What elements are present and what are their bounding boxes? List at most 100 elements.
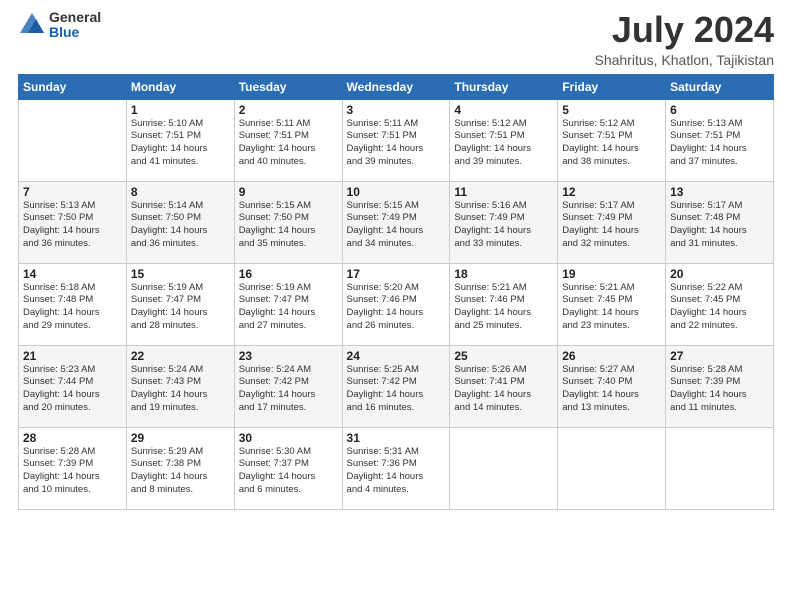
day-number: 10 [347, 185, 446, 199]
day-info: Sunrise: 5:30 AM Sunset: 7:37 PM Dayligh… [239, 446, 338, 497]
day-info: Sunrise: 5:15 AM Sunset: 7:49 PM Dayligh… [347, 200, 446, 251]
calendar-header-tuesday: Tuesday [234, 74, 342, 99]
day-info: Sunrise: 5:21 AM Sunset: 7:46 PM Dayligh… [454, 282, 553, 333]
calendar-cell: 11Sunrise: 5:16 AM Sunset: 7:49 PM Dayli… [450, 181, 558, 263]
calendar-cell: 27Sunrise: 5:28 AM Sunset: 7:39 PM Dayli… [666, 345, 774, 427]
page: General Blue July 2024 Shahritus, Khatlo… [0, 0, 792, 612]
day-info: Sunrise: 5:13 AM Sunset: 7:51 PM Dayligh… [670, 118, 769, 169]
calendar-cell: 10Sunrise: 5:15 AM Sunset: 7:49 PM Dayli… [342, 181, 450, 263]
calendar-week-2: 7Sunrise: 5:13 AM Sunset: 7:50 PM Daylig… [19, 181, 774, 263]
calendar-cell: 24Sunrise: 5:25 AM Sunset: 7:42 PM Dayli… [342, 345, 450, 427]
calendar-cell: 29Sunrise: 5:29 AM Sunset: 7:38 PM Dayli… [126, 427, 234, 509]
calendar-week-4: 21Sunrise: 5:23 AM Sunset: 7:44 PM Dayli… [19, 345, 774, 427]
day-number: 30 [239, 431, 338, 445]
calendar-cell: 20Sunrise: 5:22 AM Sunset: 7:45 PM Dayli… [666, 263, 774, 345]
header: General Blue July 2024 Shahritus, Khatlo… [18, 10, 774, 68]
day-number: 26 [562, 349, 661, 363]
day-info: Sunrise: 5:20 AM Sunset: 7:46 PM Dayligh… [347, 282, 446, 333]
day-number: 13 [670, 185, 769, 199]
calendar-cell [666, 427, 774, 509]
day-info: Sunrise: 5:28 AM Sunset: 7:39 PM Dayligh… [23, 446, 122, 497]
day-number: 22 [131, 349, 230, 363]
day-number: 28 [23, 431, 122, 445]
calendar-cell: 26Sunrise: 5:27 AM Sunset: 7:40 PM Dayli… [558, 345, 666, 427]
calendar-cell: 1Sunrise: 5:10 AM Sunset: 7:51 PM Daylig… [126, 99, 234, 181]
day-number: 8 [131, 185, 230, 199]
calendar-cell: 25Sunrise: 5:26 AM Sunset: 7:41 PM Dayli… [450, 345, 558, 427]
calendar-header-friday: Friday [558, 74, 666, 99]
location: Shahritus, Khatlon, Tajikistan [594, 52, 774, 68]
day-info: Sunrise: 5:19 AM Sunset: 7:47 PM Dayligh… [239, 282, 338, 333]
day-number: 14 [23, 267, 122, 281]
calendar-cell: 19Sunrise: 5:21 AM Sunset: 7:45 PM Dayli… [558, 263, 666, 345]
day-info: Sunrise: 5:16 AM Sunset: 7:49 PM Dayligh… [454, 200, 553, 251]
calendar-cell: 18Sunrise: 5:21 AM Sunset: 7:46 PM Dayli… [450, 263, 558, 345]
day-info: Sunrise: 5:12 AM Sunset: 7:51 PM Dayligh… [454, 118, 553, 169]
day-info: Sunrise: 5:10 AM Sunset: 7:51 PM Dayligh… [131, 118, 230, 169]
calendar-cell: 23Sunrise: 5:24 AM Sunset: 7:42 PM Dayli… [234, 345, 342, 427]
calendar-cell: 22Sunrise: 5:24 AM Sunset: 7:43 PM Dayli… [126, 345, 234, 427]
calendar-cell: 17Sunrise: 5:20 AM Sunset: 7:46 PM Dayli… [342, 263, 450, 345]
day-number: 12 [562, 185, 661, 199]
day-info: Sunrise: 5:11 AM Sunset: 7:51 PM Dayligh… [347, 118, 446, 169]
logo-blue: Blue [49, 25, 101, 40]
day-info: Sunrise: 5:26 AM Sunset: 7:41 PM Dayligh… [454, 364, 553, 415]
calendar-header-saturday: Saturday [666, 74, 774, 99]
day-number: 20 [670, 267, 769, 281]
day-number: 27 [670, 349, 769, 363]
day-info: Sunrise: 5:17 AM Sunset: 7:49 PM Dayligh… [562, 200, 661, 251]
day-number: 1 [131, 103, 230, 117]
day-number: 7 [23, 185, 122, 199]
calendar-cell [558, 427, 666, 509]
calendar-cell: 5Sunrise: 5:12 AM Sunset: 7:51 PM Daylig… [558, 99, 666, 181]
month-title: July 2024 [594, 10, 774, 50]
calendar-cell [19, 99, 127, 181]
day-info: Sunrise: 5:29 AM Sunset: 7:38 PM Dayligh… [131, 446, 230, 497]
day-number: 3 [347, 103, 446, 117]
calendar-header-wednesday: Wednesday [342, 74, 450, 99]
calendar-cell: 6Sunrise: 5:13 AM Sunset: 7:51 PM Daylig… [666, 99, 774, 181]
day-number: 15 [131, 267, 230, 281]
calendar-cell: 16Sunrise: 5:19 AM Sunset: 7:47 PM Dayli… [234, 263, 342, 345]
day-info: Sunrise: 5:13 AM Sunset: 7:50 PM Dayligh… [23, 200, 122, 251]
day-info: Sunrise: 5:24 AM Sunset: 7:42 PM Dayligh… [239, 364, 338, 415]
calendar-cell: 9Sunrise: 5:15 AM Sunset: 7:50 PM Daylig… [234, 181, 342, 263]
calendar-cell: 2Sunrise: 5:11 AM Sunset: 7:51 PM Daylig… [234, 99, 342, 181]
calendar-week-5: 28Sunrise: 5:28 AM Sunset: 7:39 PM Dayli… [19, 427, 774, 509]
day-info: Sunrise: 5:24 AM Sunset: 7:43 PM Dayligh… [131, 364, 230, 415]
day-info: Sunrise: 5:12 AM Sunset: 7:51 PM Dayligh… [562, 118, 661, 169]
day-number: 18 [454, 267, 553, 281]
day-number: 5 [562, 103, 661, 117]
day-number: 2 [239, 103, 338, 117]
calendar-header-thursday: Thursday [450, 74, 558, 99]
day-number: 16 [239, 267, 338, 281]
day-number: 31 [347, 431, 446, 445]
day-number: 23 [239, 349, 338, 363]
day-info: Sunrise: 5:14 AM Sunset: 7:50 PM Dayligh… [131, 200, 230, 251]
day-number: 19 [562, 267, 661, 281]
calendar-header-monday: Monday [126, 74, 234, 99]
calendar-cell: 30Sunrise: 5:30 AM Sunset: 7:37 PM Dayli… [234, 427, 342, 509]
calendar-week-3: 14Sunrise: 5:18 AM Sunset: 7:48 PM Dayli… [19, 263, 774, 345]
day-number: 25 [454, 349, 553, 363]
calendar-header-sunday: Sunday [19, 74, 127, 99]
day-info: Sunrise: 5:17 AM Sunset: 7:48 PM Dayligh… [670, 200, 769, 251]
title-block: July 2024 Shahritus, Khatlon, Tajikistan [594, 10, 774, 68]
logo-icon [18, 11, 46, 39]
calendar-cell [450, 427, 558, 509]
day-info: Sunrise: 5:27 AM Sunset: 7:40 PM Dayligh… [562, 364, 661, 415]
day-info: Sunrise: 5:28 AM Sunset: 7:39 PM Dayligh… [670, 364, 769, 415]
calendar-cell: 8Sunrise: 5:14 AM Sunset: 7:50 PM Daylig… [126, 181, 234, 263]
day-info: Sunrise: 5:11 AM Sunset: 7:51 PM Dayligh… [239, 118, 338, 169]
day-info: Sunrise: 5:22 AM Sunset: 7:45 PM Dayligh… [670, 282, 769, 333]
calendar-cell: 4Sunrise: 5:12 AM Sunset: 7:51 PM Daylig… [450, 99, 558, 181]
day-number: 4 [454, 103, 553, 117]
calendar-cell: 14Sunrise: 5:18 AM Sunset: 7:48 PM Dayli… [19, 263, 127, 345]
day-number: 6 [670, 103, 769, 117]
calendar-cell: 13Sunrise: 5:17 AM Sunset: 7:48 PM Dayli… [666, 181, 774, 263]
day-number: 17 [347, 267, 446, 281]
day-info: Sunrise: 5:31 AM Sunset: 7:36 PM Dayligh… [347, 446, 446, 497]
calendar-week-1: 1Sunrise: 5:10 AM Sunset: 7:51 PM Daylig… [19, 99, 774, 181]
calendar-cell: 21Sunrise: 5:23 AM Sunset: 7:44 PM Dayli… [19, 345, 127, 427]
calendar-cell: 28Sunrise: 5:28 AM Sunset: 7:39 PM Dayli… [19, 427, 127, 509]
